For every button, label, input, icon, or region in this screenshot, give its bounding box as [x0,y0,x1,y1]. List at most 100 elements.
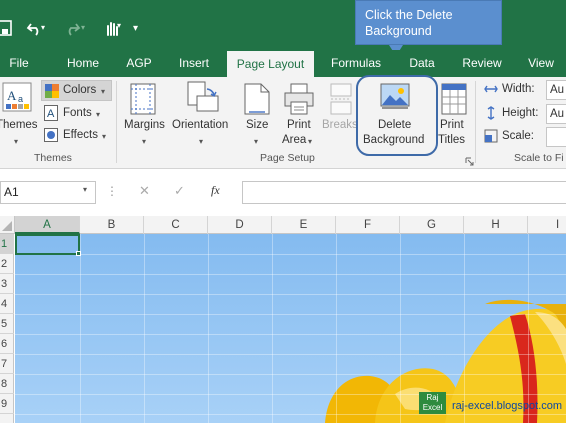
colors-chevron-icon: ▾ [101,87,106,96]
column-header-b[interactable]: B [80,216,144,234]
orientation-icon [187,81,219,120]
row-header-3[interactable]: 3 [0,274,14,294]
effects-chevron-icon: ▾ [102,132,107,141]
svg-text:▾: ▾ [41,23,45,32]
select-all-button[interactable] [0,216,15,234]
breaks-label: Breaks [322,119,358,131]
active-cell-a1[interactable] [15,234,80,255]
print-titles-label-line1: Print [440,119,464,131]
callout-text: Click the Delete Background [365,8,453,38]
svg-text:▾: ▾ [81,23,85,32]
formula-input[interactable] [242,181,566,204]
gridline [15,394,566,395]
height-dropdown[interactable]: Au [546,104,566,124]
effects-icon [44,128,58,147]
width-label: Width: [502,83,535,95]
orientation-label: Orientation [172,119,229,131]
column-header-a[interactable]: A [15,216,80,234]
formula-bar: A1 ▾ ⋮ ✕ ✓ fx [0,170,566,215]
margins-icon [130,83,156,120]
fonts-label: Fonts [63,107,92,119]
tab-review[interactable]: Review [456,50,508,77]
tab-view[interactable]: View [521,50,561,77]
column-header-d[interactable]: D [208,216,272,234]
insert-function-icon[interactable]: fx [211,183,220,198]
column-header-i[interactable]: I [528,216,566,234]
name-box-chevron-icon[interactable]: ▾ [83,185,87,194]
size-label: Size [246,119,269,131]
gridline [15,314,566,315]
row-header-5[interactable]: 5 [0,314,14,334]
row-header-7[interactable]: 7 [0,354,14,374]
effects-label: Effects [63,129,98,141]
formula-bar-handle-icon[interactable]: ⋮ [106,184,118,198]
gridline [15,334,566,335]
tab-insert[interactable]: Insert [170,50,218,77]
print-area-chevron-icon: ▾ [308,137,313,146]
gridline [15,294,566,295]
scale-label: Scale: [502,130,534,142]
tab-formulas[interactable]: Formulas [325,50,387,77]
row-header-6[interactable]: 6 [0,334,14,354]
themes-label: Themes [0,119,38,131]
cancel-icon[interactable]: ✕ [139,183,150,199]
width-dropdown[interactable]: Au [546,80,566,100]
name-box-value: A1 [4,185,19,199]
themes-chevron-icon: ▾ [14,137,19,146]
row-header-8[interactable]: 8 [0,374,14,394]
tab-file[interactable]: File [0,50,38,77]
column-headers: A B C D E F G H I [0,216,566,234]
fonts-icon: A [44,105,58,126]
worksheet-grid[interactable]: Raj Excel raj-excel.blogspot.com [15,234,566,423]
colors-button[interactable]: Colors ▾ [41,80,112,101]
print-area-label-line1: Print [287,119,311,131]
save-icon[interactable] [0,20,12,41]
gridline [15,274,566,275]
delete-background-highlight [356,75,438,156]
redo-icon[interactable]: ▾ [63,20,85,41]
themes-group-label: Themes [34,152,72,164]
watermark-logo: Raj Excel [419,392,446,414]
column-header-g[interactable]: G [400,216,464,234]
customize-toolbar-chevron-icon[interactable]: ▾ [133,20,138,38]
column-header-c[interactable]: C [144,216,208,234]
row-header-9[interactable]: 9 [0,394,14,414]
fill-handle[interactable] [76,251,81,256]
gridline [15,374,566,375]
ribbon-tabs: File Home AGP Insert Page Layout Formula… [0,50,566,77]
width-icon [484,82,498,101]
tab-data[interactable]: Data [402,50,442,77]
gridline [15,414,566,415]
name-box[interactable]: A1 [0,181,96,204]
tab-agp[interactable]: AGP [118,50,160,77]
column-header-h[interactable]: H [464,216,528,234]
enter-icon[interactable]: ✓ [174,183,185,199]
gridline [15,254,566,255]
scale-input[interactable] [546,127,566,147]
scale-icon [484,129,498,148]
tab-home[interactable]: Home [56,50,110,77]
svg-text:A: A [47,108,55,120]
row-header-1[interactable]: 1 [0,234,14,254]
column-header-e[interactable]: E [272,216,336,234]
column-header-f[interactable]: F [336,216,400,234]
logo-text-line1: Raj [426,393,439,402]
watermark-url: raj-excel.blogspot.com [452,400,563,412]
row-header-2[interactable]: 2 [0,254,14,274]
page-setup-dialog-launcher-icon[interactable] [465,153,474,171]
print-area-label-line2: Area [282,134,307,146]
row-header-4[interactable]: 4 [0,294,14,314]
logo-text-line2: Excel [422,403,443,412]
group-divider [116,81,117,163]
svg-text:a: a [18,94,23,104]
undo-icon[interactable]: ▾ [26,20,48,41]
touch-mode-icon[interactable]: ▾ [104,20,122,41]
colors-label: Colors [63,84,97,96]
tab-page-layout[interactable]: Page Layout [227,51,314,77]
margins-label: Margins [124,119,165,131]
size-icon [244,83,270,120]
margins-chevron-icon: ▾ [142,137,147,146]
breaks-icon [330,83,352,120]
print-area-icon [284,83,314,120]
gridline [15,354,566,355]
